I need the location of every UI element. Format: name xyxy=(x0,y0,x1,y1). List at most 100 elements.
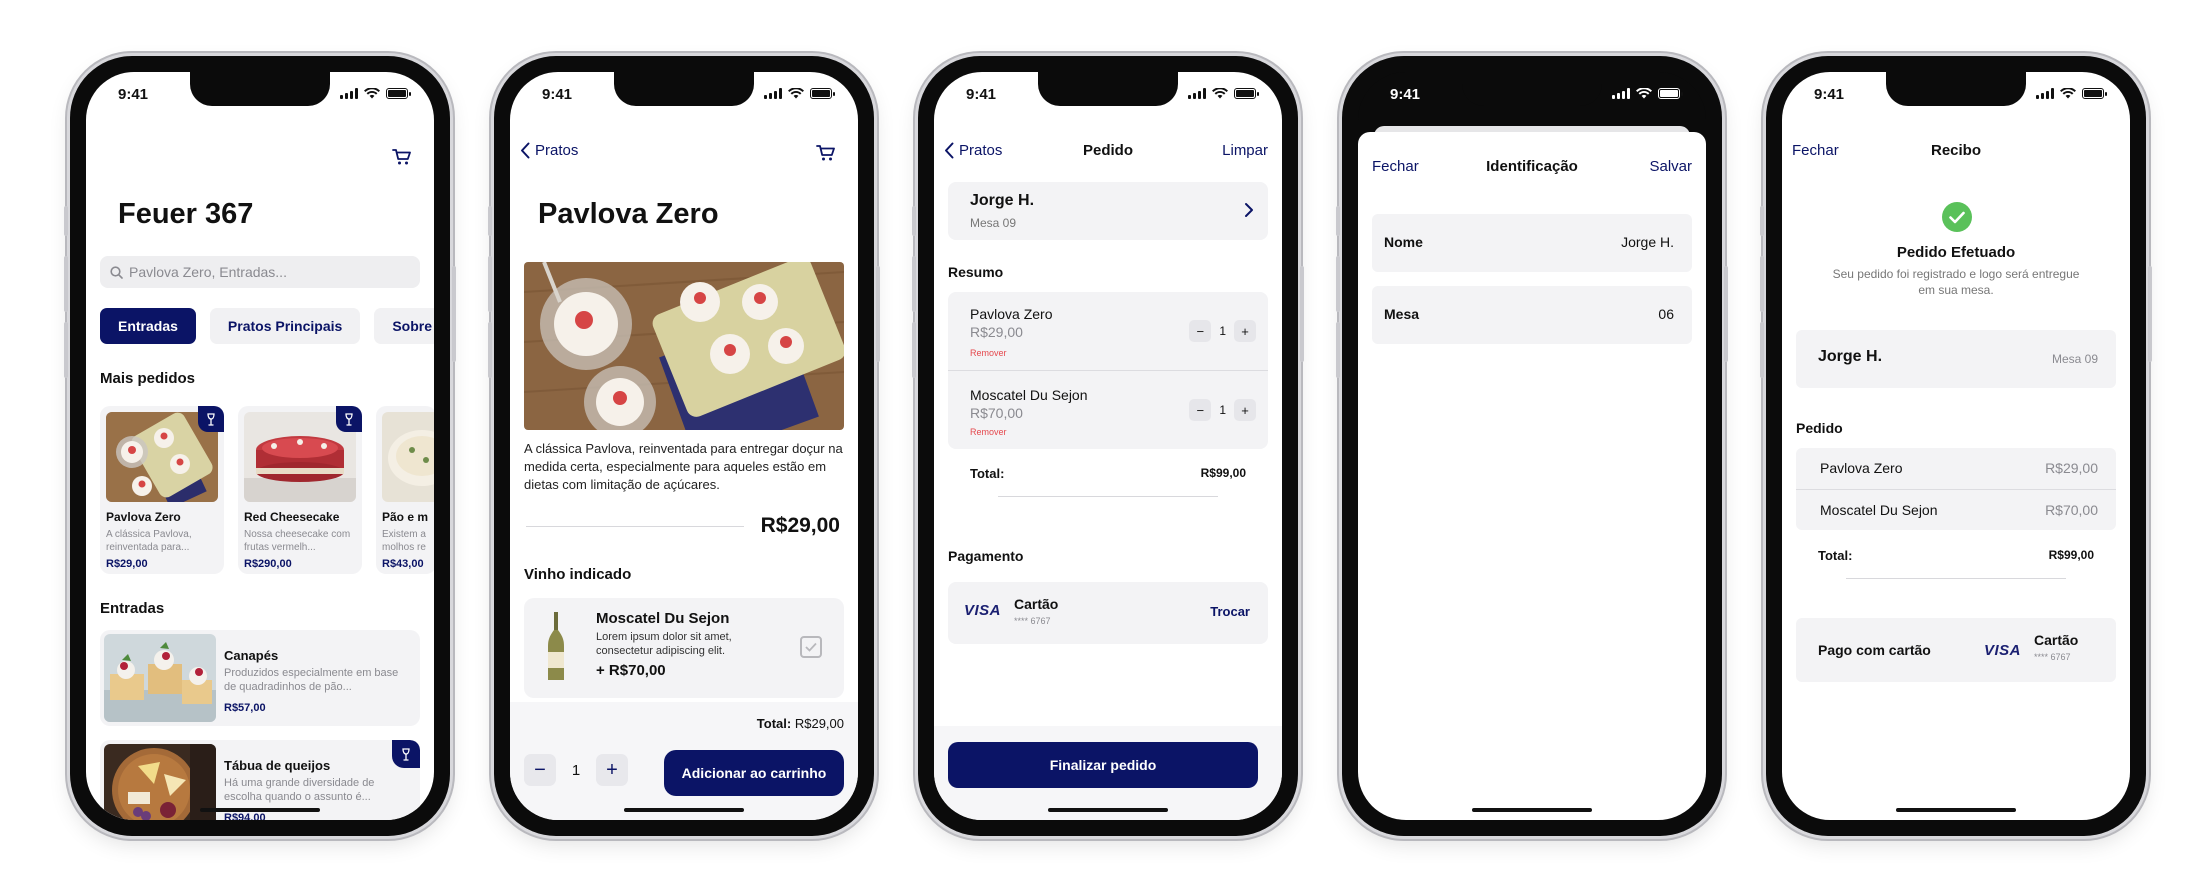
finish-order-button[interactable]: Finalizar pedido xyxy=(948,742,1258,788)
nav-title: Recibo xyxy=(1930,142,1981,159)
payment-card: VISA Cartão **** 6767 Trocar xyxy=(948,582,1268,644)
quantity-value: 1 xyxy=(1219,403,1226,417)
customer-card: Jorge H. Mesa 09 xyxy=(1796,330,2116,388)
status-time: 9:41 xyxy=(1814,86,1845,103)
receipt-item: Pavlova Zero R$29,00 xyxy=(1796,448,2116,489)
search-input[interactable]: Pavlova Zero, Entradas... xyxy=(100,256,420,288)
tab-entradas[interactable]: Entradas xyxy=(100,308,196,344)
wifi-icon xyxy=(788,88,804,99)
wine-pairing-icon xyxy=(392,740,420,768)
quantity-stepper: − 1 + xyxy=(1189,320,1256,342)
wifi-icon xyxy=(1212,88,1228,99)
wifi-icon xyxy=(1636,88,1652,99)
tab-pratos-principais[interactable]: Pratos Principais xyxy=(209,308,361,344)
back-button[interactable]: Pratos xyxy=(520,142,578,159)
divider xyxy=(1846,578,2066,579)
save-button[interactable]: Salvar xyxy=(1649,158,1692,175)
divider xyxy=(526,526,744,527)
wifi-icon xyxy=(364,88,380,99)
table-field[interactable]: Mesa 06 xyxy=(1372,286,1692,344)
quantity-stepper: − 1 + xyxy=(524,754,628,786)
field-label: Nome xyxy=(1384,234,1423,250)
clear-button[interactable]: Limpar xyxy=(1222,142,1268,159)
name-field[interactable]: Nome Jorge H. xyxy=(1372,214,1692,272)
wine-checkbox[interactable] xyxy=(800,636,822,658)
popular-heading: Mais pedidos xyxy=(100,370,196,387)
list-item-name: Tábua de queijos xyxy=(224,758,331,773)
wine-desc: Lorem ipsum dolor sit amet, consectetur … xyxy=(596,631,732,657)
popular-card[interactable]: Pão e m Existem a molhos re R$43,00 xyxy=(376,406,434,574)
cart-icon[interactable] xyxy=(816,144,836,162)
increment-button[interactable]: + xyxy=(1234,320,1256,342)
cart-icon[interactable] xyxy=(392,148,412,166)
card-number: **** 6767 xyxy=(2034,652,2071,662)
wine-suggestion-card[interactable]: Moscatel Du Sejon Lorem ipsum dolor sit … xyxy=(524,598,844,698)
order-item-name: Moscatel Du Sejon xyxy=(970,387,1088,403)
receipt-item-name: Moscatel Du Sejon xyxy=(1820,502,1938,518)
list-item-price: R$57,00 xyxy=(224,702,266,714)
canapes-image xyxy=(104,634,216,722)
total-value: R$29,00 xyxy=(794,716,844,731)
customer-name: Jorge H. xyxy=(970,192,1035,209)
status-time: 9:41 xyxy=(118,86,149,103)
decrement-button[interactable]: − xyxy=(1189,399,1212,421)
popular-card[interactable]: Pavlova Zero A clássica Pavlova, reinven… xyxy=(100,406,224,574)
decrement-button[interactable]: − xyxy=(524,754,556,786)
mockup-stage: 9:41 Feuer 367 Pavlova Zero, Entradas...… xyxy=(0,0,2206,892)
page-title: Feuer 367 xyxy=(118,198,254,230)
remove-button[interactable]: Remover xyxy=(970,427,1007,437)
field-value: 06 xyxy=(1658,306,1674,322)
card-name: Cartão xyxy=(1014,596,1059,612)
customer-card[interactable]: Jorge H. Mesa 09 xyxy=(948,182,1268,240)
status-time: 9:41 xyxy=(966,86,997,103)
payment-summary-card: Pago com cartão VISA Cartão **** 6767 xyxy=(1796,618,2116,682)
phone-identification: 9:41 Fechar Identificação Salvar Nome Jo… xyxy=(1336,56,1728,836)
list-item[interactable]: Canapés Produzidos especialmente em base… xyxy=(100,630,420,726)
battery-icon xyxy=(386,88,411,99)
decrement-button[interactable]: − xyxy=(1189,320,1212,342)
receipt-total: Total: R$99,00 xyxy=(1818,548,2094,563)
success-subtitle: Seu pedido foi registrado e logo será en… xyxy=(1832,267,2080,297)
popular-price: R$29,00 xyxy=(106,558,148,570)
increment-button[interactable]: + xyxy=(1234,399,1256,421)
popular-name: Pão e m xyxy=(382,510,429,524)
signal-icon xyxy=(764,88,782,99)
screen-menu: 9:41 Feuer 367 Pavlova Zero, Entradas...… xyxy=(86,72,434,820)
popular-card[interactable]: Red Cheesecake Nossa cheesecake com frut… xyxy=(238,406,362,574)
receipt-item-price: R$29,00 xyxy=(2045,460,2098,476)
order-item: Pavlova Zero R$29,00 Remover − 1 + xyxy=(948,292,1268,370)
wine-name: Moscatel Du Sejon xyxy=(596,610,730,627)
home-indicator xyxy=(200,808,320,812)
search-placeholder: Pavlova Zero, Entradas... xyxy=(129,264,287,280)
status-time: 9:41 xyxy=(542,86,573,103)
wine-pairing-icon xyxy=(336,406,362,432)
popular-desc: Existem a molhos re xyxy=(382,529,426,553)
chevron-right-icon xyxy=(1245,203,1253,217)
status-time: 9:41 xyxy=(1390,86,1421,103)
check-icon xyxy=(805,642,817,652)
signal-icon xyxy=(1188,88,1206,99)
increment-button[interactable]: + xyxy=(596,754,628,786)
card-name: Cartão xyxy=(2034,632,2079,648)
divider xyxy=(998,496,1218,497)
battery-icon xyxy=(1658,88,1683,99)
battery-icon xyxy=(1234,88,1259,99)
customer-table: Mesa 09 xyxy=(970,216,1017,230)
phone-order: 9:41 Pratos Pedido Limpar Jorge H. Mesa … xyxy=(912,56,1304,836)
signal-icon xyxy=(340,88,358,99)
tab-sobremesas[interactable]: Sobre xyxy=(374,308,434,344)
popular-desc: A clássica Pavlova, reinventada para... xyxy=(106,529,192,553)
popular-list: Pavlova Zero A clássica Pavlova, reinven… xyxy=(100,406,434,574)
list-item-desc: Há uma grande diversidade de escolha qua… xyxy=(224,777,375,803)
quantity-value: 1 xyxy=(571,761,581,779)
popular-price: R$290,00 xyxy=(244,558,292,570)
total-value: R$99,00 xyxy=(1200,466,1246,480)
screen-order: 9:41 Pratos Pedido Limpar Jorge H. Mesa … xyxy=(934,72,1282,820)
home-indicator xyxy=(1048,808,1168,812)
order-item: Moscatel Du Sejon R$70,00 Remover − 1 + xyxy=(948,371,1268,449)
order-item-name: Pavlova Zero xyxy=(970,306,1053,322)
remove-button[interactable]: Remover xyxy=(970,348,1007,358)
add-to-cart-button[interactable]: Adicionar ao carrinho xyxy=(664,750,844,796)
screen-identification: 9:41 Fechar Identificação Salvar Nome Jo… xyxy=(1358,72,1706,820)
change-payment-button[interactable]: Trocar xyxy=(1210,604,1250,619)
